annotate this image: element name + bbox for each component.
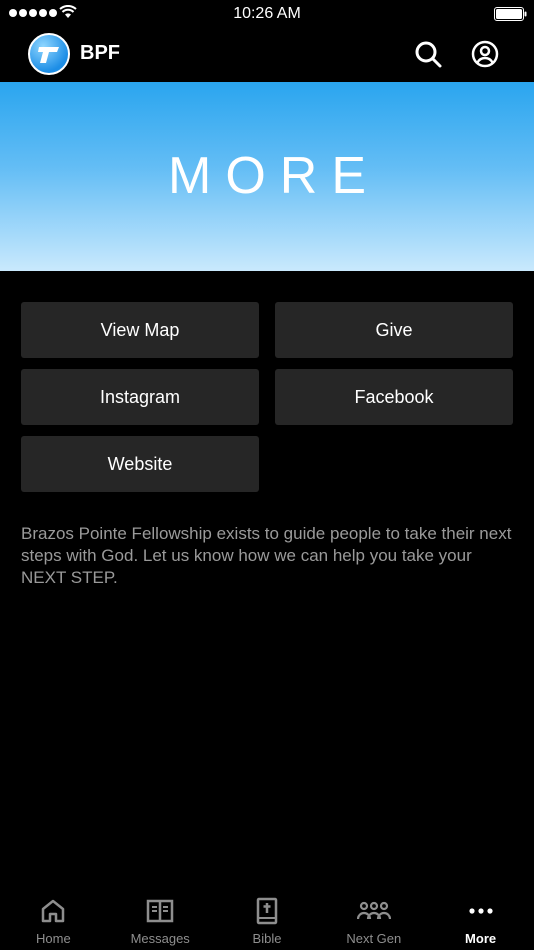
app-name: BPF bbox=[80, 42, 120, 64]
tab-bar: Home Messages Bible Next Gen More bbox=[0, 890, 534, 950]
intro-text: Brazos Pointe Fellowship exists to guide… bbox=[21, 524, 512, 587]
tab-messages-label: Messages bbox=[130, 931, 190, 946]
search-icon[interactable] bbox=[413, 39, 443, 69]
tab-home-label: Home bbox=[36, 931, 71, 946]
app-header: BPF bbox=[0, 28, 534, 82]
page-title: MORE bbox=[168, 147, 380, 205]
page-banner: MORE bbox=[0, 82, 534, 271]
battery-icon bbox=[494, 7, 527, 21]
tab-more[interactable]: More bbox=[427, 890, 534, 950]
website-button[interactable]: Website bbox=[21, 436, 259, 492]
people-icon bbox=[356, 901, 391, 920]
instagram-button[interactable]: Instagram bbox=[21, 369, 259, 425]
app-logo[interactable] bbox=[28, 33, 70, 75]
account-icon[interactable] bbox=[470, 39, 500, 69]
tab-home[interactable]: Home bbox=[0, 890, 107, 950]
book-open-icon bbox=[146, 899, 174, 923]
bpf-logo-icon bbox=[38, 47, 59, 63]
bible-icon bbox=[256, 897, 278, 925]
tab-more-label: More bbox=[465, 931, 497, 946]
tab-bible[interactable]: Bible bbox=[214, 890, 321, 950]
give-button[interactable]: Give bbox=[275, 302, 513, 358]
tab-messages[interactable]: Messages bbox=[107, 890, 214, 950]
home-icon bbox=[42, 899, 65, 923]
ellipsis-icon bbox=[468, 908, 493, 914]
status-bar: 10:26 AM bbox=[0, 0, 534, 28]
view-map-button[interactable]: View Map bbox=[21, 302, 259, 358]
facebook-button[interactable]: Facebook bbox=[275, 369, 513, 425]
status-time: 10:26 AM bbox=[233, 5, 301, 22]
tab-bible-label: Bible bbox=[252, 931, 282, 946]
tab-next-gen-label: Next Gen bbox=[346, 931, 402, 946]
tab-next-gen[interactable]: Next Gen bbox=[320, 890, 427, 950]
